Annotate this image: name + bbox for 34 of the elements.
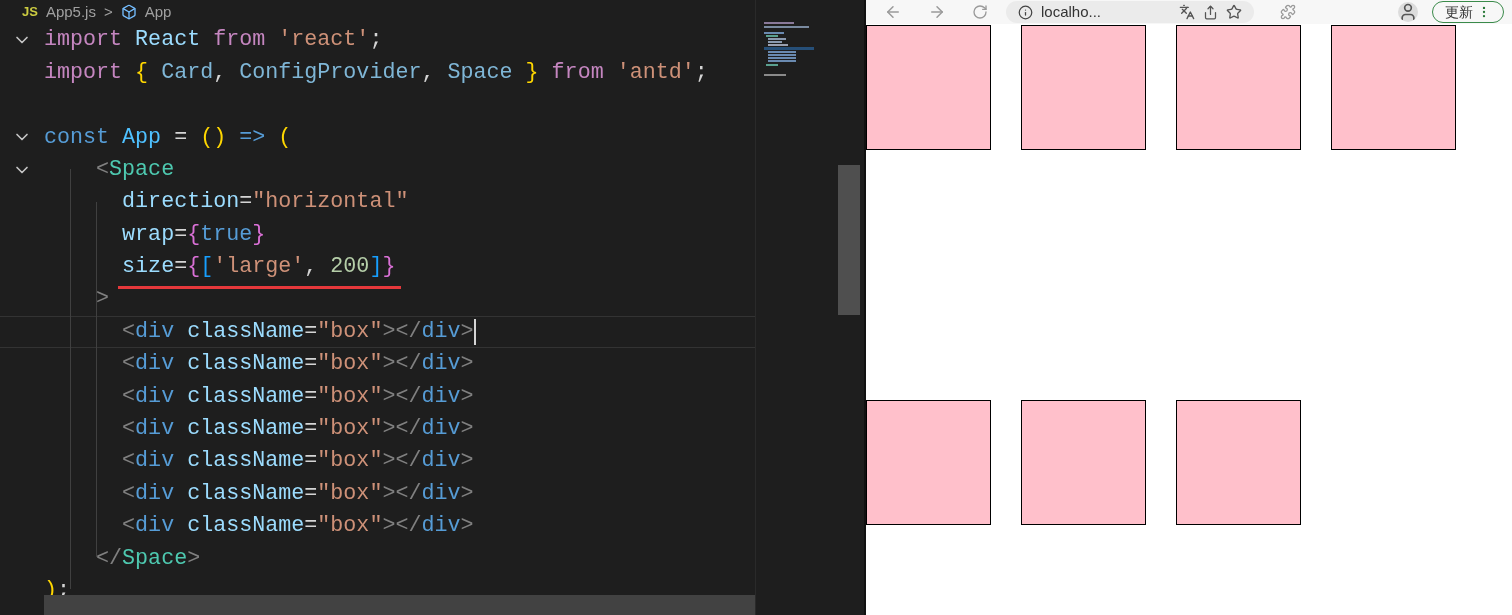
breadcrumb-file[interactable]: App5.js	[45, 0, 96, 24]
vertical-scrollbar-thumb[interactable]	[838, 165, 860, 315]
profile-avatar[interactable]	[1398, 2, 1418, 22]
breadcrumb-separator: >	[103, 1, 113, 22]
back-icon[interactable]	[884, 3, 902, 21]
minimap-drawing	[764, 22, 814, 78]
forward-icon[interactable]	[928, 3, 946, 21]
code-line: <div className="box"></div>	[121, 353, 474, 375]
code-line: const App = () => (	[44, 126, 292, 149]
code-line: <div className="box"></div>	[121, 450, 474, 473]
code-line: size={['large', 200]}	[121, 256, 396, 278]
js-file-icon: JS	[22, 2, 38, 22]
code-line: <div className="box"></div>	[121, 418, 474, 440]
code-line: import React from 'react';	[44, 29, 383, 52]
code-line: direction="horizontal"	[121, 191, 409, 213]
code-line: </Space>	[95, 547, 201, 570]
code-line: import { Card, ConfigProvider, Space } from 'antd';	[44, 61, 708, 84]
share-icon[interactable]	[1203, 4, 1218, 20]
horizontal-scrollbar[interactable]	[44, 595, 755, 615]
star-icon[interactable]	[1226, 4, 1242, 20]
symbol-icon	[120, 4, 137, 20]
breadcrumb-symbol[interactable]: App	[144, 0, 172, 24]
address-bar[interactable]: localho...	[1006, 1, 1254, 23]
reload-icon[interactable]	[972, 4, 988, 20]
code-line: <Space	[95, 158, 175, 181]
code-line: >	[95, 288, 110, 311]
info-icon[interactable]	[1018, 4, 1033, 20]
code-line: <div className="box"></div>	[121, 385, 474, 408]
code-line: <div className="box"></div>	[121, 482, 474, 505]
extensions-icon[interactable]	[1280, 4, 1296, 20]
code-line: wrap={true}	[121, 223, 266, 246]
translate-icon[interactable]	[1179, 4, 1195, 20]
code-line: <div className="box"></div>	[121, 515, 474, 537]
code-line: <div className="box"></div>	[121, 320, 474, 343]
